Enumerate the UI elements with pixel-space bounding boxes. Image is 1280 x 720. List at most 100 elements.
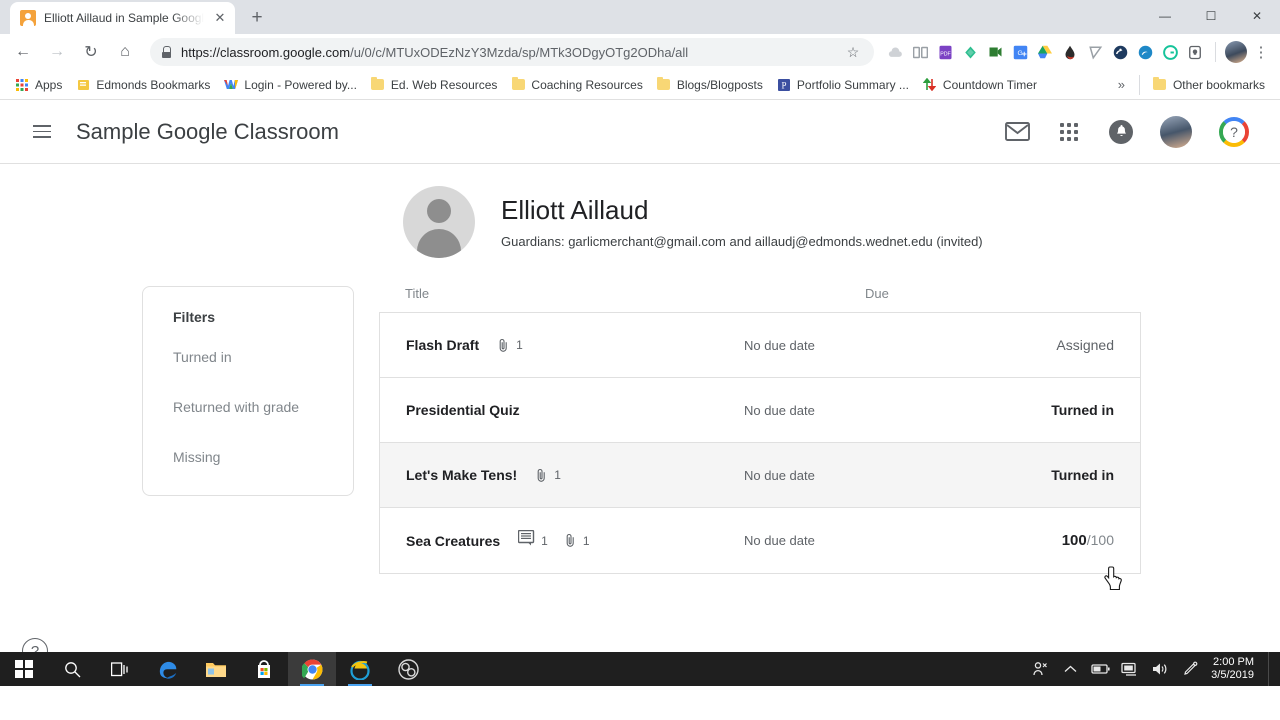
maximize-icon[interactable]: ☐ xyxy=(1188,0,1234,32)
table-row[interactable]: Flash Draft 1 No due date Assigned xyxy=(380,313,1140,378)
pen-icon[interactable] xyxy=(1175,652,1205,686)
reload-icon[interactable]: ↻ xyxy=(76,37,106,67)
row-meta: 1 xyxy=(535,468,561,483)
start-button[interactable] xyxy=(0,652,48,686)
student-name: Elliott Aillaud xyxy=(501,195,649,226)
bookmarks-overflow-button[interactable]: » xyxy=(1110,77,1133,92)
bookmark-star-icon[interactable]: ☆ xyxy=(842,44,864,61)
address-bar[interactable]: https://classroom.google.com/u/0/c/MTUxO… xyxy=(150,38,874,66)
network-icon[interactable] xyxy=(1115,652,1145,686)
attachment-group: 1 xyxy=(497,338,523,353)
bookmark-countdown-timer[interactable]: Countdown Timer xyxy=(916,74,1044,96)
svg-text:?: ? xyxy=(1230,124,1238,140)
evernote-extension-icon[interactable] xyxy=(959,41,981,63)
attachment-count: 1 xyxy=(582,533,590,548)
filter-returned-with-grade[interactable]: Returned with grade xyxy=(143,389,353,425)
row-title-cell: Presidential Quiz xyxy=(406,402,744,418)
obs-taskbar-button[interactable] xyxy=(384,652,432,686)
table-row[interactable]: Let's Make Tens! 1 No due date Turned in xyxy=(380,443,1140,508)
attachment-count: 1 xyxy=(516,338,523,352)
list-column-headers: Title Due xyxy=(379,286,1141,312)
pdf-extension-icon[interactable]: PDF xyxy=(934,41,956,63)
google-drive-extension-icon[interactable] xyxy=(1034,41,1056,63)
home-icon[interactable]: ⌂ xyxy=(110,37,140,67)
folder-icon xyxy=(371,77,385,92)
chrome-menu-icon[interactable]: ⋮ xyxy=(1250,45,1272,60)
student-guardians: Guardians: garlicmerchant@gmail.com and … xyxy=(501,233,983,249)
svg-text:G: G xyxy=(1017,49,1022,56)
screencastify-extension-icon[interactable] xyxy=(984,41,1006,63)
new-tab-button[interactable]: + xyxy=(243,4,271,32)
filter-missing[interactable]: Missing xyxy=(143,439,353,475)
show-hidden-icons[interactable] xyxy=(1055,652,1085,686)
edge-extension-icon[interactable] xyxy=(1109,41,1131,63)
bookmark-blogs[interactable]: Blogs/Blogposts xyxy=(650,74,770,96)
bookmark-portfolio-summary[interactable]: P Portfolio Summary ... xyxy=(770,74,916,96)
assignment-list: Title Due Flash Draft 1 No due date Assi… xyxy=(379,286,1141,574)
status-badge: Turned in xyxy=(1051,402,1114,418)
lightbulb-extension-icon[interactable] xyxy=(1184,41,1206,63)
bookmark-ed-web-resources[interactable]: Ed. Web Resources xyxy=(364,74,505,96)
nearpod-extension-icon[interactable] xyxy=(1084,41,1106,63)
browser-tab[interactable]: Elliott Aillaud in Sample Google C ✕ xyxy=(10,2,235,34)
header-actions: ? xyxy=(1004,115,1264,148)
grammarly-extension-icon[interactable] xyxy=(1159,41,1181,63)
drive-backup-extension-icon[interactable] xyxy=(884,41,906,63)
minimize-icon[interactable]: — xyxy=(1142,0,1188,32)
close-icon[interactable]: ✕ xyxy=(213,11,227,25)
people-tray-icon[interactable] xyxy=(1025,652,1055,686)
status-badge: 100/100 xyxy=(994,532,1114,549)
bookmark-login[interactable]: Login - Powered by... xyxy=(217,74,364,96)
bookmark-label: Countdown Timer xyxy=(942,77,1037,92)
google-translate-extension-icon[interactable]: G xyxy=(1009,41,1031,63)
bookmark-apps[interactable]: Apps xyxy=(8,74,69,96)
ink-extension-icon[interactable] xyxy=(1059,41,1081,63)
taskbar-clock[interactable]: 2:00 PM 3/5/2019 xyxy=(1205,656,1264,682)
page-content: Sample Google Classroom ? Elliott Aillau… xyxy=(0,100,1280,686)
paperclip-icon xyxy=(564,533,577,548)
back-icon[interactable]: ← xyxy=(8,37,38,67)
table-row[interactable]: Sea Creatures 1 1 No due date 100/100 xyxy=(380,508,1140,573)
user-avatar[interactable] xyxy=(1160,115,1192,148)
screencast-blue-extension-icon[interactable] xyxy=(1134,41,1156,63)
svg-text:PDF: PDF xyxy=(940,51,951,57)
chrome-taskbar-button[interactable] xyxy=(288,652,336,686)
system-tray: 2:00 PM 3/5/2019 xyxy=(1025,652,1280,686)
show-desktop-button[interactable] xyxy=(1268,652,1274,686)
url-host: classroom.google.com xyxy=(220,44,351,60)
bookmark-label: Other bookmarks xyxy=(1172,77,1265,92)
attachment-count: 1 xyxy=(554,468,561,482)
hamburger-menu-icon[interactable] xyxy=(22,112,62,152)
bookmark-other-bookmarks[interactable]: Other bookmarks xyxy=(1146,74,1272,96)
bookmark-label: Blogs/Blogposts xyxy=(676,77,763,92)
edge-icon xyxy=(159,661,177,679)
folder-icon xyxy=(206,662,226,677)
table-row[interactable]: Presidential Quiz No due date Turned in xyxy=(380,378,1140,443)
filter-turned-in[interactable]: Turned in xyxy=(143,339,353,375)
row-title-cell: Flash Draft 1 xyxy=(406,337,744,353)
profile-avatar-toolbar[interactable] xyxy=(1225,41,1247,63)
main-content: Elliott Aillaud Guardians: garlicmerchan… xyxy=(0,164,1280,574)
tab-title: Elliott Aillaud in Sample Google C xyxy=(44,11,204,25)
mail-icon[interactable] xyxy=(1004,119,1030,145)
apps-grid-icon[interactable] xyxy=(1056,119,1082,145)
window-close-icon[interactable]: ✕ xyxy=(1234,0,1280,32)
file-explorer-button[interactable] xyxy=(192,652,240,686)
tab-split-extension-icon[interactable] xyxy=(909,41,931,63)
task-view-button[interactable] xyxy=(96,652,144,686)
microsoft-store-button[interactable] xyxy=(240,652,288,686)
powerpoint-icon: P xyxy=(777,78,791,92)
edge-taskbar-button[interactable] xyxy=(144,652,192,686)
window-controls: — ☐ ✕ xyxy=(1142,0,1280,32)
bookmark-coaching-resources[interactable]: Coaching Resources xyxy=(504,74,649,96)
task-view-icon xyxy=(111,661,128,676)
battery-icon[interactable] xyxy=(1085,652,1115,686)
google-help-icon[interactable]: ? xyxy=(1218,116,1250,148)
bookmark-edmonds[interactable]: Edmonds Bookmarks xyxy=(69,74,217,96)
volume-icon[interactable] xyxy=(1145,652,1175,686)
search-button[interactable] xyxy=(48,652,96,686)
internet-explorer-button[interactable] xyxy=(336,652,384,686)
student-info: Elliott Aillaud Guardians: garlicmerchan… xyxy=(501,195,983,248)
forward-icon[interactable]: → xyxy=(42,37,72,67)
bell-icon[interactable] xyxy=(1108,119,1134,145)
